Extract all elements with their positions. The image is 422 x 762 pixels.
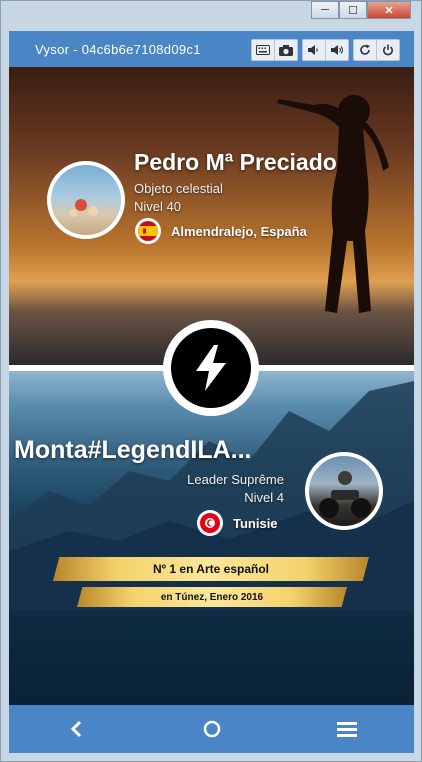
device-screen: Pedro Mª Preciado Objeto celestial Nivel… — [9, 67, 414, 705]
vysor-toolbar — [251, 39, 400, 61]
window-controls: ─ ☐ ✕ — [311, 1, 411, 19]
minimize-button[interactable]: ─ — [311, 1, 339, 19]
player2-title: Leader Suprême — [187, 472, 284, 487]
lightning-icon — [171, 328, 251, 408]
toolbar-group-volume — [302, 39, 349, 61]
toolbar-group-power — [353, 39, 400, 61]
android-nav-bar — [9, 705, 414, 753]
home-icon[interactable] — [192, 709, 232, 749]
window-title: Vysor - 04c6b6e7108d09c1 — [35, 41, 201, 57]
player2-name: Monta#LegendILA... — [14, 436, 252, 464]
toolbar-group-input — [251, 39, 298, 61]
app-window: ─ ☐ ✕ Vysor - 04c6b6e7108d09c1 Pedro Mª … — [0, 0, 422, 762]
player1-avatar[interactable] — [47, 161, 125, 239]
close-button[interactable]: ✕ — [367, 1, 411, 19]
silhouette-image — [277, 95, 389, 313]
volume-up-icon[interactable] — [325, 40, 348, 60]
power-icon[interactable] — [376, 40, 399, 60]
player1-name: Pedro Mª Preciado — [134, 149, 337, 175]
menu-icon[interactable] — [327, 709, 367, 749]
player2-background — [9, 371, 414, 705]
keyboard-icon[interactable] — [252, 40, 274, 60]
player1-level: Nivel 40 — [134, 199, 181, 214]
player2-avatar[interactable] — [305, 452, 383, 530]
vysor-title-bar: Vysor - 04c6b6e7108d09c1 — [9, 31, 414, 67]
ranking-ribbon: Nº 1 en Arte español — [53, 557, 369, 581]
maximize-button[interactable]: ☐ — [339, 1, 367, 19]
back-icon[interactable] — [57, 709, 97, 749]
player2-level: Nivel 4 — [244, 490, 284, 505]
mountain-image — [9, 381, 414, 611]
camera-icon[interactable] — [274, 40, 297, 60]
ranking-detail-ribbon: en Túnez, Enero 2016 — [77, 587, 347, 607]
versus-badge — [163, 320, 259, 416]
player2-location: Tunisie — [233, 516, 278, 531]
tunisia-flag-icon — [197, 510, 223, 536]
rotate-icon[interactable] — [354, 40, 376, 60]
player1-location: Almendralejo, España — [171, 224, 307, 239]
player1-title: Objeto celestial — [134, 181, 223, 196]
volume-down-icon[interactable] — [303, 40, 325, 60]
spain-flag-icon — [135, 218, 161, 244]
